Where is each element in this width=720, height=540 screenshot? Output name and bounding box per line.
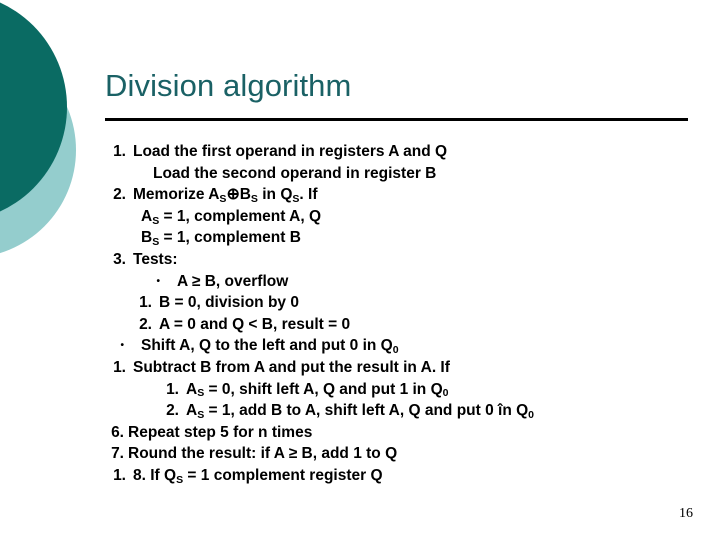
list-item-text: 8. If QS = 1 complement register Q	[133, 465, 383, 489]
list-marker: 1.	[113, 143, 126, 160]
list-item: 2. A = 0 and Q < B, result = 0	[106, 314, 706, 336]
list-item-text: Repeat step 5 for n times	[128, 423, 313, 441]
list-marker: 1.	[113, 466, 126, 484]
text-segment: in Q	[257, 186, 293, 204]
circled-plus-icon: ⊕	[226, 186, 240, 204]
list-item: • A ≥ B, overflow	[106, 271, 706, 293]
list-item: 1. 8. If QS = 1 complement register Q	[106, 465, 706, 487]
text-segment: A	[186, 402, 198, 420]
text-segment: = 1, complement B	[159, 229, 301, 247]
text-segment: Memorize A	[133, 186, 220, 204]
page-number: 16	[679, 506, 693, 521]
list-item-text: Load the first operand in registers A an…	[133, 143, 448, 160]
list-item: 1. B = 0, division by 0	[106, 292, 706, 314]
list-item-text: Load the second operand in register B	[153, 164, 437, 182]
text-segment: = 0, shift left A, Q and put 1 in Q	[204, 380, 443, 398]
list-item-text: B = 0, division by 0	[159, 294, 299, 312]
subscript: 0	[392, 344, 399, 357]
page-title: Division algorithm	[105, 68, 352, 103]
bullet-icon: •	[156, 275, 160, 287]
list-item-text: Memorize AS⊕BS in QS. If	[133, 184, 318, 208]
list-item-text: Subtract B from A and put the result in …	[133, 358, 450, 376]
list-item: 6. Repeat step 5 for n times	[106, 422, 706, 444]
list-marker: 1.	[139, 294, 152, 312]
list-marker: 2.	[113, 186, 126, 204]
subscript: S	[250, 193, 258, 206]
subscript: S	[197, 409, 205, 422]
list-item-text: A ≥ B, overflow	[177, 272, 289, 290]
list-item: 2. AS = 1, add B to A, shift left A, Q an…	[106, 400, 706, 422]
text-segment: = 1 complement register Q	[183, 466, 383, 484]
list-item: AS = 1, complement A, Q	[106, 206, 706, 228]
list-marker: 7.	[111, 445, 124, 463]
text-segment: = 1, complement A, Q	[159, 207, 322, 225]
list-item-text: BS = 1, complement B	[141, 227, 301, 251]
subscript: S	[292, 193, 300, 206]
list-item-text: A = 0 and Q < B, result = 0	[159, 315, 351, 333]
list-item: 7. Round the result: if A ≥ B, add 1 to Q	[106, 443, 706, 465]
list-marker: 3.	[113, 250, 126, 268]
title-block: Division algorithm	[105, 66, 689, 106]
text-segment: B	[239, 186, 251, 204]
list-marker: 2.	[139, 315, 152, 333]
subscript: S	[152, 236, 160, 249]
list-item-text: Round the result: if A ≥ B, add 1 to Q	[128, 445, 398, 463]
list-item-text: AS = 0, shift left A, Q and put 1 in Q0	[186, 379, 449, 403]
list-item-text: Tests:	[133, 250, 178, 268]
text-segment: . If	[299, 186, 318, 204]
text-segment: B	[141, 229, 153, 247]
text-segment: = 1, add B to A, shift left A, Q and put…	[204, 402, 529, 420]
list-item: 1. Subtract B from A and put the result i…	[106, 357, 706, 379]
list-marker: 2.	[166, 402, 179, 420]
list-item: 1. AS = 0, shift left A, Q and put 1 in Q…	[106, 379, 706, 401]
list-item: 3. Tests:	[106, 249, 706, 271]
subscript: S	[176, 473, 184, 486]
list-marker: 6.	[111, 423, 124, 441]
list-item: • Shift A, Q to the left and put 0 in Q0	[106, 335, 706, 357]
text-segment: Shift A, Q to the left and put 0 in Q	[141, 337, 393, 355]
list-item-text: Shift A, Q to the left and put 0 in Q0	[141, 335, 399, 359]
list-item-text: AS = 1, add B to A, shift left A, Q and …	[186, 400, 534, 424]
body-content-list: 1. Load the first operand in registers A …	[106, 141, 706, 487]
subscript: S	[219, 193, 227, 206]
title-divider	[105, 118, 688, 121]
list-marker: 1.	[166, 380, 179, 398]
list-item: 2. Memorize AS⊕BS in QS. If	[106, 184, 706, 206]
subscript: S	[197, 387, 205, 400]
list-marker: 1.	[113, 358, 126, 376]
text-segment: A	[141, 207, 153, 225]
subscript: 0	[442, 387, 449, 400]
text-segment: 8. If Q	[133, 466, 177, 484]
list-item: BS = 1, complement B	[106, 227, 706, 249]
subscript: S	[152, 214, 160, 227]
list-item: 1. Load the first operand in registers A …	[106, 141, 706, 163]
list-item: Load the second operand in register B	[106, 163, 706, 185]
list-item-text: AS = 1, complement A, Q	[141, 206, 321, 230]
bullet-icon: •	[120, 340, 124, 352]
subscript: 0	[528, 409, 535, 422]
slide-canvas: Division algorithm 1. Load the first oper…	[0, 0, 720, 540]
text-segment: A	[186, 380, 198, 398]
